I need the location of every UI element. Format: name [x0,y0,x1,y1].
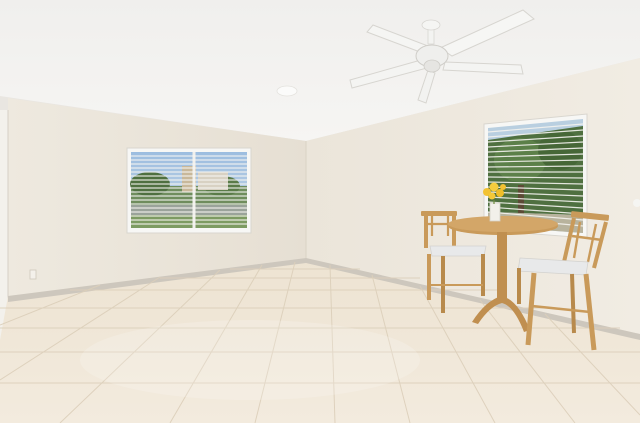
left-window [126,147,252,234]
ceiling-light [276,85,298,97]
room-illustration [0,0,640,423]
power-outlet-icon [29,269,37,280]
room-photo [0,0,640,423]
